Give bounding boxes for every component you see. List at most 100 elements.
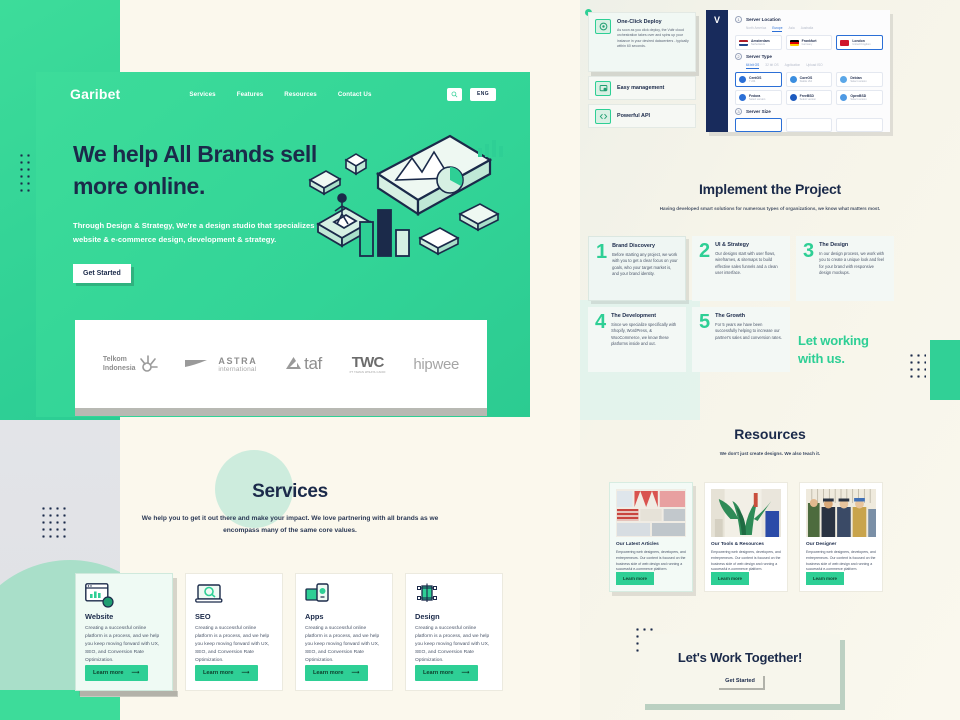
service-name: Design <box>415 612 440 621</box>
taf-mark-icon <box>286 356 302 369</box>
size-option-2[interactable] <box>785 118 833 132</box>
centos-icon <box>739 76 746 83</box>
step-the-design[interactable]: 3 The Design In our design process, we w… <box>796 236 894 301</box>
laptop-search-icon <box>195 583 273 609</box>
service-card-apps[interactable]: Apps Creating a successful online platfo… <box>295 573 393 691</box>
client-taf-text: taf <box>304 354 322 373</box>
step-number: 2 <box>735 53 742 60</box>
os-option-fedora[interactable]: Fedora Select version <box>735 90 782 105</box>
step-brand-discovery[interactable]: 1 Brand Discovery Before starting any pr… <box>588 236 686 301</box>
nav-item-resources[interactable]: Resources <box>284 91 317 98</box>
location-option-frankfurt[interactable]: Frankfurt Germany <box>785 35 833 50</box>
service-name: Website <box>85 612 114 621</box>
search-button[interactable] <box>447 87 462 101</box>
server-configuration-panel[interactable]: V 1 Server Location North America Europe… <box>706 10 890 132</box>
step-ui-strategy[interactable]: 2 UI & Strategy Our designs start with u… <box>692 236 790 301</box>
dot-pattern-left-hero <box>18 152 34 194</box>
tab-application[interactable]: Application <box>785 63 801 69</box>
location-option-amsterdam[interactable]: Amsterdam Netherlands <box>735 35 782 50</box>
debian-icon <box>840 76 848 83</box>
step-number: 1 <box>596 241 608 263</box>
resources-grid: Our Latest Articles Empowering web desig… <box>609 482 883 592</box>
server-location-header: 1 Server Location <box>735 16 883 23</box>
service-desc: Creating a successful online platform is… <box>85 626 160 663</box>
flag-netherlands-icon <box>739 39 748 46</box>
arrow-right-icon: ⟶ <box>241 670 250 676</box>
dot-pattern-right-mid <box>908 352 926 378</box>
screenshot-canvas: Garibet Services Features Resources Cont… <box>0 0 960 720</box>
arrow-right-icon: ⟶ <box>351 670 360 676</box>
resource-card-latest-articles[interactable]: Our Latest Articles Empowering web desig… <box>609 482 693 592</box>
step-number: 5 <box>699 311 711 333</box>
client-logo-astra: ASTRA international <box>185 356 257 373</box>
service-learn-more-button[interactable]: Learn more ⟶ <box>305 665 368 681</box>
service-card-website[interactable]: Website Creating a successful online pla… <box>75 573 173 691</box>
step-desc: Before starting any project, we work wit… <box>612 251 678 277</box>
language-button[interactable]: ENG <box>470 87 496 101</box>
tab-32-bit-os[interactable]: 32 bit OS <box>765 63 778 69</box>
feature-card-one-click-deploy[interactable]: One-Click Deploy As soon as you click de… <box>588 12 696 72</box>
size-option-3[interactable] <box>836 118 884 132</box>
footer-get-started-button[interactable]: Get Started <box>717 674 763 688</box>
resource-card-tools-resources[interactable]: Our Tools & Resources Empowering web des… <box>704 482 788 592</box>
os-option-debian[interactable]: Debian Select version <box>836 72 884 87</box>
service-learn-more-button[interactable]: Learn more ⟶ <box>415 665 478 681</box>
nav-actions: ENG <box>447 87 496 101</box>
step-desc: Since we specialize specifically with Sh… <box>611 321 677 347</box>
fedora-icon <box>739 94 746 101</box>
service-card-seo[interactable]: SEO Creating a successful online platfor… <box>185 573 283 691</box>
os-option-freebsd[interactable]: FreeBSD Select version <box>785 90 833 105</box>
service-name: Apps <box>305 612 324 621</box>
resource-desc: Empowering web designers, developers, an… <box>711 550 781 572</box>
client-logo-bar: Telkom Indonesia ASTRA international taf… <box>75 320 487 408</box>
server-location-options: Amsterdam Netherlands Frankfurt Germany … <box>735 35 884 50</box>
resource-title: Our Latest Articles <box>616 542 659 547</box>
resource-learn-more-button[interactable]: Learn more <box>616 572 654 585</box>
step-the-development[interactable]: 4 The Development Since we specialize sp… <box>588 307 686 372</box>
feature-title: One-Click Deploy <box>617 19 662 25</box>
search-icon <box>451 91 458 97</box>
nav-item-services[interactable]: Services <box>189 91 215 98</box>
brand-logo[interactable]: Garibet <box>70 86 120 102</box>
feature-title: Powerful API <box>617 113 651 119</box>
step-number: 3 <box>735 108 742 115</box>
option-sub: Netherlands <box>751 43 765 46</box>
tab-asia[interactable]: Asia <box>788 26 794 32</box>
tab-upload-iso[interactable]: Upload ISO <box>806 63 822 69</box>
server-location-tabs: North America Europe Asia Australia <box>746 26 883 32</box>
tab-europe[interactable]: Europe <box>772 26 783 32</box>
tagline-line1: Let working <box>798 333 869 348</box>
resource-learn-more-button[interactable]: Learn more <box>806 572 844 585</box>
service-learn-more-button[interactable]: Learn more ⟶ <box>195 665 258 681</box>
feature-card-easy-management[interactable]: Easy management <box>588 76 696 100</box>
os-option-coreos[interactable]: CoreOS Stable x64 <box>785 72 833 87</box>
option-sub: Stable x64 <box>799 80 812 83</box>
tab-north-america[interactable]: North America <box>746 26 766 32</box>
client-twc-sub: PT TAMAN WISATA CANDI <box>349 371 386 374</box>
decor-green-sliver <box>930 340 960 400</box>
nav-item-contact-us[interactable]: Contact Us <box>338 91 372 98</box>
resource-card-our-designer[interactable]: Our Designer Empowering web designers, d… <box>799 482 883 592</box>
location-option-london[interactable]: London United Kingdom <box>836 35 884 50</box>
step-the-growth[interactable]: 5 The Growth For 5 years we have been su… <box>692 307 790 372</box>
os-option-centos[interactable]: CentOS 7 x64 <box>735 72 782 87</box>
step-title: UI & Strategy <box>715 242 749 248</box>
services-grid: Website Creating a successful online pla… <box>75 573 503 691</box>
service-learn-more-button[interactable]: Learn more ⟶ <box>85 665 148 681</box>
coreos-icon <box>789 76 797 83</box>
os-option-openbsd[interactable]: OpenBSD Select version <box>836 90 884 105</box>
step-desc: In our design process, we work with you … <box>819 250 884 276</box>
resource-learn-more-button[interactable]: Learn more <box>711 572 749 585</box>
tab-64-bit-os[interactable]: 64 bit OS <box>746 63 760 69</box>
people-portrait-illustration-image <box>806 489 876 537</box>
hero-get-started-button[interactable]: Get Started <box>73 264 131 283</box>
feature-card-powerful-api[interactable]: Powerful API <box>588 104 696 128</box>
option-sub: Select version <box>850 98 867 101</box>
arrow-right-icon: ⟶ <box>131 670 140 676</box>
size-option-1[interactable] <box>735 118 782 132</box>
service-card-design[interactable]: Design Creating a successful online plat… <box>405 573 503 691</box>
tab-australia[interactable]: Australia <box>801 26 813 32</box>
client-logo-twc: TWC PT TAMAN WISATA CANDI <box>350 354 386 374</box>
nav-item-features[interactable]: Features <box>237 91 264 98</box>
step-number: 3 <box>803 240 815 262</box>
